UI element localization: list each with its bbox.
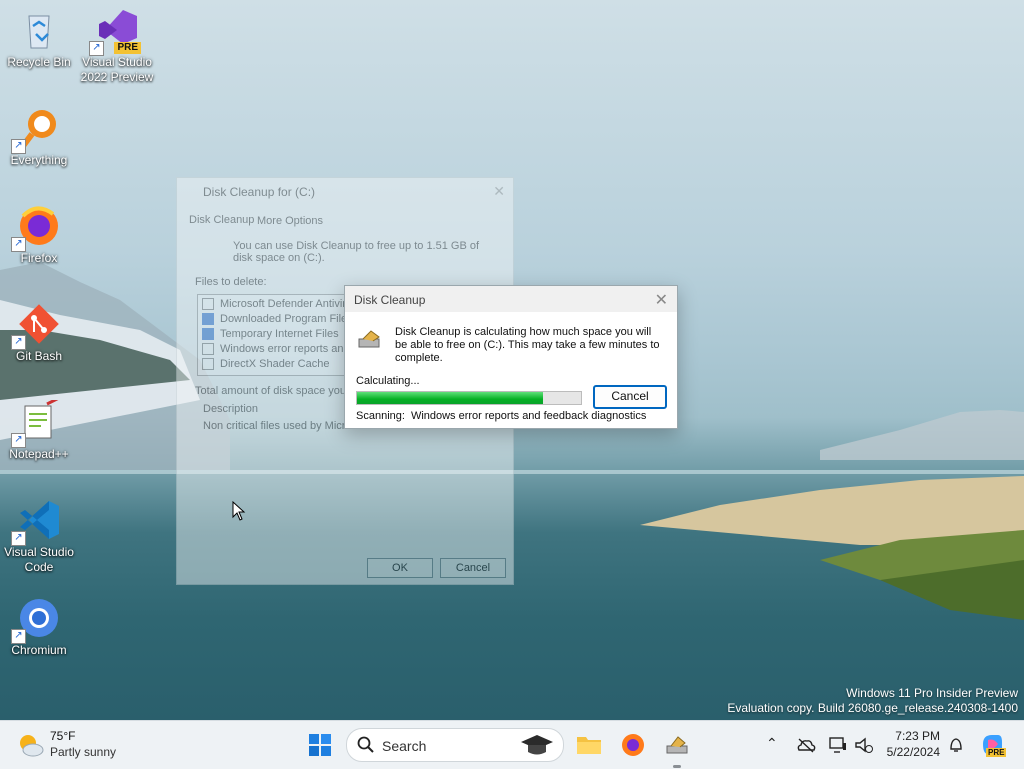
shortcut-arrow-icon: ↗	[11, 139, 26, 154]
watermark-line-2: Evaluation copy. Build 26080.ge_release.…	[727, 701, 1018, 715]
pre-badge: PRE	[114, 42, 141, 54]
close-icon[interactable]: ✕	[655, 290, 668, 310]
vscode-shortcut[interactable]: ↗ Visual Studio Code	[0, 498, 78, 575]
dialog-message: Disk Cleanup is calculating how much spa…	[395, 326, 660, 364]
bg-cancel-button[interactable]: Cancel	[440, 558, 506, 578]
cancel-button[interactable]: Cancel	[593, 385, 667, 409]
file-item[interactable]: Temporary Internet Files	[202, 328, 339, 341]
notification-bell-icon[interactable]	[948, 736, 964, 754]
search-placeholder: Search	[382, 738, 427, 754]
progress-bar	[356, 391, 582, 405]
pre-badge: PRE	[986, 748, 1007, 757]
shortcut-arrow-icon: ↗	[89, 41, 104, 56]
graduation-cap-icon	[521, 735, 553, 755]
volume-muted-icon[interactable]	[854, 736, 874, 754]
checkbox[interactable]	[202, 298, 214, 311]
taskbar-search-box[interactable]: Search	[346, 728, 564, 762]
tab-disk-cleanup[interactable]: Disk Cleanup	[189, 214, 254, 226]
git-bash-shortcut[interactable]: ↗ Git Bash	[0, 302, 78, 364]
chromium-shortcut[interactable]: ↗ Chromium	[0, 596, 78, 658]
mouse-cursor	[232, 501, 246, 521]
scanning-item: Windows error reports and feedback diagn…	[410, 410, 647, 422]
chromium-icon: ↗	[11, 596, 61, 644]
visual-studio-icon: PRE ↗	[89, 8, 141, 56]
vscode-icon: ↗	[11, 498, 61, 546]
taskbar: 75°F Partly sunny Search ⌃ 7:23 PM 5/22/…	[0, 720, 1024, 769]
git-bash-label: Git Bash	[15, 349, 63, 363]
checkbox[interactable]	[202, 343, 214, 356]
windows-logo-icon	[309, 734, 331, 756]
disk-cleanup-progress-dialog: Disk Cleanup ✕ Disk Cleanup is calculati…	[344, 285, 678, 429]
progress-fill	[357, 392, 543, 404]
search-icon	[357, 736, 374, 753]
disk-cleanup-icon	[357, 329, 383, 351]
file-explorer-button[interactable]	[576, 732, 602, 758]
description-label: Description	[203, 403, 259, 415]
firefox-label: Firefox	[20, 251, 58, 265]
disk-cleanup-taskbar-button[interactable]	[664, 732, 690, 768]
folder-icon	[577, 737, 601, 754]
desktop: Recycle Bin PRE ↗ Visual Studio 2022 Pre…	[0, 0, 1024, 720]
watermark-line-1: Windows 11 Pro Insider Preview	[846, 686, 1018, 700]
notepad-plus-plus-label: Notepad++	[9, 447, 69, 461]
shortcut-arrow-icon: ↗	[11, 335, 26, 350]
everything-icon: ↗	[11, 106, 61, 154]
file-item[interactable]: Windows error reports and	[202, 343, 350, 356]
weather-condition: Partly sunny	[50, 745, 117, 759]
clock[interactable]: 7:23 PM 5/22/2024	[882, 728, 940, 760]
shortcut-arrow-icon: ↗	[11, 629, 26, 644]
checkbox[interactable]	[202, 313, 214, 326]
file-item[interactable]: Microsoft Defender Antivir...	[202, 298, 355, 311]
evaluation-watermark: Windows 11 Pro Insider Preview Evaluatio…	[727, 686, 1018, 716]
calculating-label: Calculating...	[356, 375, 420, 387]
tab-more-options[interactable]: More Options	[257, 215, 323, 227]
scanning-status: Scanning: Windows error reports and feedb…	[356, 410, 652, 422]
copilot-button[interactable]: PRE	[980, 732, 1007, 758]
onedrive-offline-icon[interactable]	[796, 737, 816, 753]
bg-ok-button[interactable]: OK	[367, 558, 433, 578]
shortcut-arrow-icon: ↗	[11, 433, 26, 448]
recycle-bin-label: Recycle Bin	[7, 55, 71, 69]
bg-window-title: Disk Cleanup for (C:)	[203, 185, 316, 199]
files-to-delete-label: Files to delete:	[195, 276, 267, 288]
checkbox[interactable]	[202, 358, 214, 371]
dialog-title: Disk Cleanup	[354, 293, 426, 307]
network-icon[interactable]	[828, 736, 848, 754]
shortcut-arrow-icon: ↗	[11, 531, 26, 546]
total-space-label: Total amount of disk space you...	[195, 385, 356, 397]
vscode-label: Visual Studio Code	[4, 545, 74, 574]
scanning-label: Scanning:	[356, 410, 405, 422]
chromium-label: Chromium	[11, 643, 67, 657]
clock-date: 5/22/2024	[886, 745, 940, 759]
firefox-icon	[622, 734, 644, 756]
git-bash-icon: ↗	[11, 302, 61, 350]
notepad-plus-plus-icon: ↗	[11, 396, 61, 448]
clock-time: 7:23 PM	[895, 729, 940, 743]
firefox-shortcut[interactable]: ↗ Firefox	[0, 204, 78, 266]
notepad-plus-plus-shortcut[interactable]: ↗ Notepad++	[0, 396, 78, 462]
bg-close-icon[interactable]: ✕	[493, 183, 505, 200]
visual-studio-2022-preview-shortcut[interactable]: PRE ↗ Visual Studio 2022 Preview	[78, 8, 156, 85]
partly-sunny-icon	[20, 735, 44, 757]
start-button[interactable]	[308, 733, 332, 757]
firefox-icon: ↗	[11, 204, 61, 252]
recycle-bin-icon	[17, 8, 61, 52]
disk-cleanup-icon	[666, 736, 688, 754]
show-hidden-icons-button[interactable]: ⌃	[766, 735, 778, 752]
file-item[interactable]: DirectX Shader Cache	[202, 358, 329, 371]
weather-temp: 75°F	[50, 729, 76, 743]
recycle-bin-shortcut[interactable]: Recycle Bin	[0, 8, 78, 70]
visual-studio-label: Visual Studio 2022 Preview	[80, 55, 154, 84]
file-item[interactable]: Downloaded Program Files	[202, 313, 353, 326]
checkbox[interactable]	[202, 328, 214, 341]
everything-label: Everything	[10, 153, 68, 167]
shortcut-arrow-icon: ↗	[11, 237, 26, 252]
firefox-taskbar-button[interactable]	[620, 732, 646, 758]
dialog-titlebar[interactable]: Disk Cleanup ✕	[345, 286, 677, 312]
bg-intro-text: You can use Disk Cleanup to free up to 1…	[233, 240, 480, 264]
weather-widget[interactable]: 75°F Partly sunny	[16, 729, 126, 761]
everything-shortcut[interactable]: ↗ Everything	[0, 106, 78, 168]
